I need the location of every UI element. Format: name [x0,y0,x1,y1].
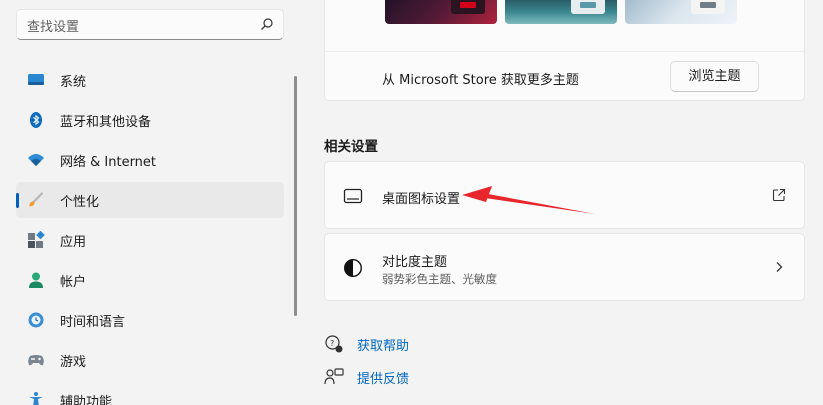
related-settings-title: 相关设置 [324,139,378,155]
sidebar-item-label: 系统 [60,75,87,90]
theme-thumbnail[interactable] [625,0,737,24]
theme-thumbnail[interactable] [505,0,617,24]
search-placeholder: 查找设置 [27,20,80,35]
sidebar-item-label: 网络 & Internet [60,155,157,170]
sidebar-item-network[interactable]: 网络 & Internet [16,142,284,178]
wifi-icon [28,154,44,166]
sidebar-item-apps[interactable]: 应用 [16,222,284,258]
monitor-icon [28,74,44,85]
chevron-right-icon [776,262,783,272]
give-feedback-link[interactable]: 提供反馈 [324,366,409,388]
sidebar-item-label: 时间和语言 [60,315,126,330]
gamepad-icon [28,355,44,366]
themes-card: 从 Microsoft Store 获取更多主题 浏览主题 [324,0,805,101]
give-feedback-text[interactable]: 提供反馈 [357,368,409,387]
clock-globe-icon [28,312,44,328]
sidebar-nav: 系统 蓝牙和其他设备 网络 & Internet 个性化 应用 帐户 时间和语言… [16,62,284,405]
contrast-themes-subtitle: 弱势彩色主题、光敏度 [382,272,497,286]
search-box[interactable]: 查找设置 [16,9,284,40]
feedback-icon [324,368,344,385]
sidebar-item-personalization[interactable]: 个性化 [16,182,284,218]
sidebar-item-label: 辅助功能 [60,395,113,405]
get-help-text[interactable]: 获取帮助 [357,335,409,354]
contrast-icon [343,258,363,278]
bluetooth-icon [30,112,42,128]
contrast-themes-title: 对比度主题 [382,255,448,270]
sidebar-item-label: 帐户 [60,275,87,290]
external-link-icon [772,188,786,202]
store-themes-text: 从 Microsoft Store 获取更多主题 [382,73,579,88]
sidebar-item-time-language[interactable]: 时间和语言 [16,302,284,338]
sidebar-item-bluetooth[interactable]: 蓝牙和其他设备 [16,102,284,138]
search-icon [261,18,273,30]
desktop-icon-settings-row[interactable]: 桌面图标设置 [324,161,805,229]
desktop-icon [343,188,363,204]
sidebar-item-label: 应用 [60,235,87,250]
accessibility-icon [29,392,43,405]
get-help-link[interactable]: ? 获取帮助 [324,333,409,355]
divider [325,51,804,52]
sidebar-item-gaming[interactable]: 游戏 [16,342,284,378]
sidebar-item-system[interactable]: 系统 [16,62,284,98]
sidebar-item-accessibility[interactable]: 辅助功能 [16,382,284,405]
sidebar-item-label: 蓝牙和其他设备 [60,115,152,130]
desktop-icon-settings-title: 桌面图标设置 [382,192,461,207]
apps-icon [28,231,45,248]
sidebar-item-accounts[interactable]: 帐户 [16,262,284,298]
svg-text:?: ? [330,339,334,348]
account-icon [29,272,43,288]
browse-themes-button[interactable]: 浏览主题 [670,61,759,92]
sidebar-scrollbar[interactable] [294,76,297,316]
help-chat-icon: ? [325,335,343,353]
sidebar-item-label: 个性化 [60,195,100,210]
theme-thumbnail[interactable] [385,0,497,24]
brush-icon [29,192,44,207]
sidebar-item-label: 游戏 [60,355,87,370]
contrast-themes-row[interactable]: 对比度主题 弱势彩色主题、光敏度 [324,233,805,301]
